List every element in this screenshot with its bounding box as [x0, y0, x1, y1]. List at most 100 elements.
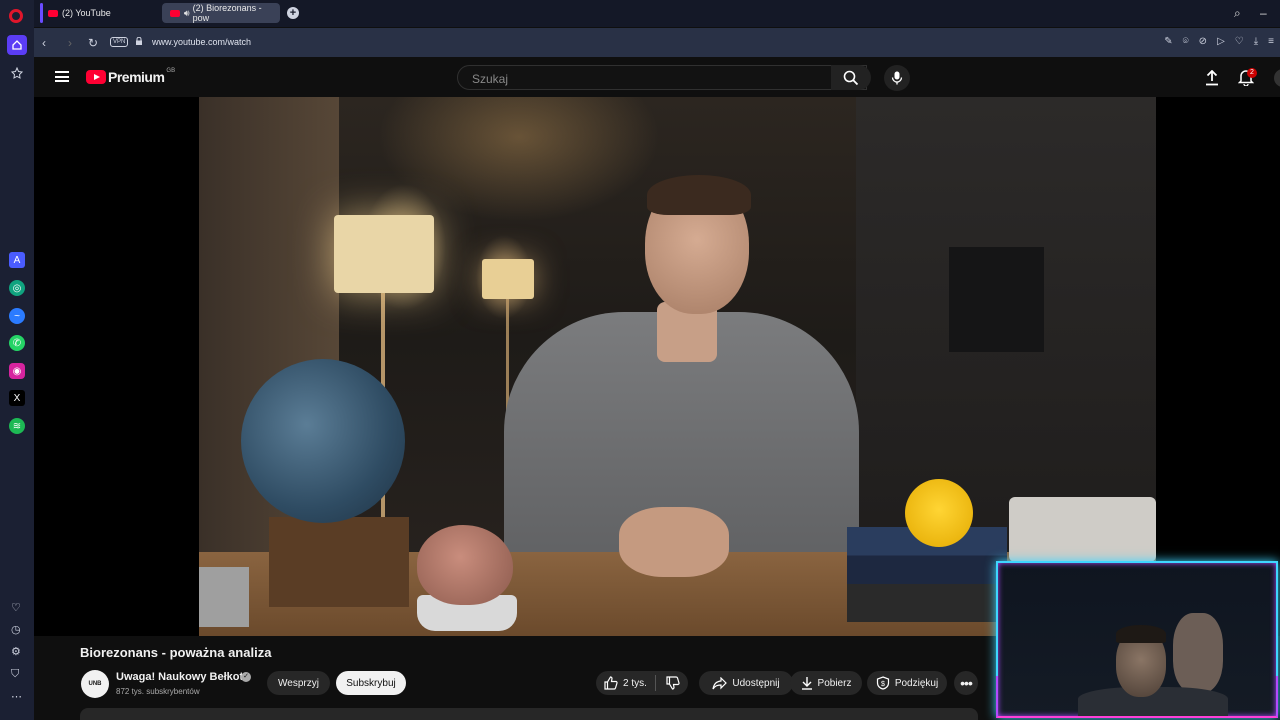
- block-icon[interactable]: ⊘: [1199, 36, 1207, 47]
- like-count: 2 tys.: [623, 677, 647, 689]
- video-scene-globe: [241, 359, 405, 523]
- video-scene-stack: [199, 567, 249, 627]
- address-bar: ‹ › ↻ VPN www.youtube.com/watch ✎ ⌾ ⊘ ▷ …: [34, 28, 1280, 57]
- aria-icon[interactable]: A: [9, 252, 25, 268]
- lock-icon: [136, 37, 142, 45]
- super-thanks-icon: $: [876, 676, 889, 690]
- heart-icon[interactable]: ♡: [11, 601, 21, 614]
- minimize-icon[interactable]: –: [1260, 6, 1267, 20]
- download-icon[interactable]: ⤓: [1254, 36, 1258, 47]
- account-avatar[interactable]: [1274, 69, 1280, 87]
- edit-icon[interactable]: ✎: [1164, 36, 1172, 47]
- instagram-icon[interactable]: ◉: [9, 363, 25, 379]
- back-icon[interactable]: ‹: [42, 36, 46, 50]
- tab-video[interactable]: 🔊︎ (2) Biorezonans - pow: [162, 3, 280, 23]
- webcam-person-hair: [1116, 625, 1166, 643]
- video-title: Biorezonans - poważna analiza: [80, 645, 272, 660]
- tab-youtube[interactable]: (2) YouTube: [40, 3, 158, 23]
- tab-search-icon[interactable]: ⌕: [1234, 6, 1241, 21]
- video-scene-globe-stand: [269, 517, 409, 607]
- webcam-person-body: [1078, 687, 1228, 717]
- video-scene-typewriter: [1009, 497, 1156, 562]
- heart-outline-icon[interactable]: ♡: [1235, 36, 1244, 47]
- share-button[interactable]: Udostępnij: [699, 671, 793, 695]
- youtube-favicon-icon: [170, 9, 180, 17]
- subscribe-label: Subskrybuj: [346, 677, 396, 689]
- voice-search-button[interactable]: [884, 65, 910, 91]
- youtube-favicon-icon: [48, 9, 58, 17]
- shield-icon[interactable]: ⛉: [11, 668, 19, 681]
- more-actions-button[interactable]: •••: [954, 671, 978, 695]
- youtube-play-icon: [86, 70, 106, 84]
- join-label: Wesprzyj: [278, 677, 319, 689]
- search-icon: [843, 70, 859, 85]
- notification-badge: 2: [1247, 68, 1257, 78]
- thanks-label: Podziękuj: [894, 677, 939, 689]
- subscriber-count: 872 tys. subskrybentów: [116, 687, 200, 696]
- video-scene-brain-model: [417, 525, 513, 605]
- video-frame[interactable]: [199, 97, 1156, 636]
- play-icon[interactable]: ▷: [1217, 36, 1225, 47]
- share-icon: [712, 676, 728, 689]
- reload-icon[interactable]: ↻: [88, 36, 98, 50]
- upload-icon: [1206, 69, 1218, 86]
- svg-text:$: $: [881, 681, 885, 688]
- channel-name[interactable]: Uwaga! Naukowy Bełkot: [116, 671, 243, 683]
- create-button[interactable]: [1205, 69, 1219, 91]
- thumbs-up-icon: [604, 676, 618, 690]
- verified-icon: ✓: [241, 672, 251, 682]
- thanks-button[interactable]: $ Podziękuj: [867, 671, 947, 695]
- download-button[interactable]: Pobierz: [790, 671, 862, 695]
- chatgpt-icon[interactable]: ◎: [9, 280, 25, 296]
- new-tab-button[interactable]: +: [287, 7, 299, 19]
- webcam-person-arm: [1173, 613, 1223, 693]
- description-box[interactable]: [80, 708, 978, 720]
- brand-name: Premium: [108, 69, 165, 85]
- video-scene-lamp: [334, 215, 434, 293]
- tab-bar: (2) YouTube 🔊︎ (2) Biorezonans - pow + ⌕…: [34, 0, 1280, 27]
- youtube-header: Premium GB 2: [34, 57, 1280, 97]
- url-field[interactable]: www.youtube.com/watch: [152, 37, 251, 47]
- share-label: Udostępnij: [732, 677, 780, 689]
- spotify-icon[interactable]: ≋: [9, 418, 25, 434]
- youtube-premium-logo[interactable]: Premium GB: [86, 68, 176, 85]
- address-bar-actions: ✎ ⌾ ⊘ ▷ ♡ ⤓ ≡: [1164, 36, 1274, 47]
- more-icon[interactable]: ⋯: [11, 690, 22, 703]
- video-scene-hands: [619, 507, 729, 577]
- messenger-icon[interactable]: ~: [9, 308, 25, 324]
- download-label: Pobierz: [817, 677, 852, 689]
- menu-icon[interactable]: ≡: [1268, 36, 1274, 47]
- settings-icon[interactable]: ⚙: [11, 645, 21, 658]
- search-button[interactable]: [831, 65, 871, 90]
- more-horizontal-icon: •••: [960, 675, 973, 691]
- like-dislike-group: 2 tys.: [596, 671, 688, 695]
- vpn-badge[interactable]: VPN: [110, 37, 129, 47]
- history-icon[interactable]: ◷: [11, 623, 21, 636]
- video-player[interactable]: [34, 97, 1280, 636]
- tab-label: (2) YouTube: [62, 8, 111, 18]
- channel-avatar[interactable]: UNB: [81, 670, 109, 698]
- x-twitter-icon[interactable]: X: [9, 390, 25, 406]
- forward-icon[interactable]: ›: [68, 36, 72, 50]
- like-button[interactable]: 2 tys.: [604, 676, 647, 690]
- join-button[interactable]: Wesprzyj: [267, 671, 330, 695]
- country-code: GB: [166, 68, 176, 74]
- download-icon: [801, 677, 812, 690]
- hamburger-menu-icon[interactable]: [55, 71, 69, 82]
- subscribe-button[interactable]: Subskrybuj: [336, 671, 406, 695]
- video-scene-person-hair: [647, 175, 751, 215]
- divider: [654, 675, 656, 691]
- video-scene-lamp: [482, 259, 534, 299]
- camera-icon[interactable]: ⌾: [1183, 36, 1189, 47]
- home-icon[interactable]: [7, 35, 27, 55]
- search-input[interactable]: [470, 71, 794, 87]
- tab-label: (2) Biorezonans - pow: [192, 3, 262, 23]
- webcam-overlay: [996, 561, 1278, 718]
- microphone-icon: [891, 71, 903, 85]
- whatsapp-icon[interactable]: ✆: [9, 335, 25, 351]
- speaker-icon[interactable]: 🔊︎: [184, 8, 190, 19]
- opera-logo-icon[interactable]: [9, 9, 23, 23]
- opera-sidebar: A ◎ ~ ✆ ◉ X ≋ ♡ ◷ ⚙ ⛉ ⋯: [0, 0, 34, 720]
- thumbs-down-icon[interactable]: [666, 676, 680, 690]
- speed-dial-icon[interactable]: [9, 65, 25, 81]
